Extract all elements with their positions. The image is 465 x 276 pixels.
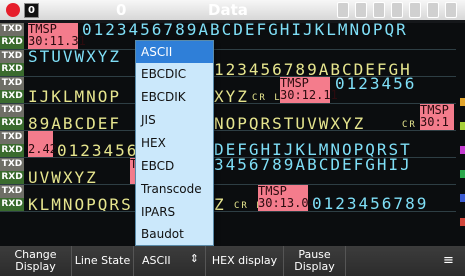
usb-icon: [373, 2, 385, 18]
code-select[interactable]: ASCII ⇕: [134, 246, 206, 276]
sd-card-icon: [427, 2, 439, 18]
rx-data: Z: [214, 195, 226, 214]
tx-data: 0123456: [335, 74, 417, 93]
tool-icon: [409, 2, 421, 18]
txd-label: TXD: [0, 131, 24, 144]
data-row: TXD RXD TMSP 30:11.31 0123456789ABCDEFGH…: [0, 20, 456, 50]
tx-data: 0123456789: [312, 194, 429, 213]
menu-icon[interactable]: ≡: [443, 254, 455, 268]
dropdown-option-ebcdic[interactable]: EBCDIC: [136, 63, 213, 85]
code-dropdown[interactable]: ASCII EBCDIC EBCDIK JIS HEX EBCD Transco…: [136, 41, 213, 245]
chevron-updown-icon: ⇕: [189, 252, 199, 265]
status-icons: [337, 2, 457, 18]
rx-data: KLMNOPQRS: [28, 195, 133, 214]
line-state-button[interactable]: Line State: [72, 246, 134, 276]
tx-data: 0123456789ABCDEFGHIJKLMNOPQR: [82, 20, 408, 39]
timestamp-box: TMSP 30:11.31: [28, 22, 86, 49]
bottom-toolbar: Change Display Line State ASCII ⇕ HEX di…: [0, 246, 465, 276]
tx-data: 3456789ABCDEFGHIJ: [214, 155, 412, 174]
rxd-label: RXD: [0, 171, 24, 184]
rx-data: IJKLMNOP: [28, 87, 122, 106]
data-row: TXD RXD 2.42 0123456 DEFGHIJKLMNOPQRST: [0, 131, 456, 160]
header-bar: 0 0 Data: [0, 0, 465, 20]
rx-data: UVWXYZ: [28, 168, 98, 187]
zero-badge: 0: [24, 3, 39, 18]
counter: 0: [116, 1, 127, 19]
timestamp-box: TMSP 30:1: [420, 104, 454, 130]
code-select-label: ASCII: [142, 254, 171, 267]
hex-display-button[interactable]: HEX display: [206, 246, 284, 276]
color-legend-strip: [456, 23, 465, 246]
data-row: TXD RXD STUVWXYZ 123456789ABCDEFGH: [0, 47, 456, 78]
dropdown-option-ipars[interactable]: IPARS: [136, 201, 213, 223]
page-title: Data: [208, 1, 248, 19]
rx-data: 0123456: [57, 141, 139, 160]
txd-label: TXD: [0, 77, 24, 90]
rx-data: XYZ: [214, 87, 249, 106]
timestamp-box: TMSP 30:13.04: [258, 184, 316, 211]
txd-label: TXD: [0, 23, 24, 36]
change-display-button[interactable]: Change Display: [0, 246, 72, 276]
bluetooth-icon: [391, 2, 403, 18]
rx-data: 89ABCDEF: [28, 114, 122, 133]
data-row: TXD RXD UVWXYZ T 3456789ABCDEFGHIJ: [0, 155, 456, 187]
txd-label: TXD: [0, 185, 24, 198]
record-icon[interactable]: [6, 3, 20, 17]
data-monitor: TXD RXD TMSP 30:11.31 0123456789ABCDEFGH…: [0, 20, 456, 246]
dropdown-option-ebcd[interactable]: EBCD: [136, 155, 213, 177]
rxd-label: RXD: [0, 36, 24, 49]
tx-data: STUVWXYZ: [28, 47, 122, 66]
rxd-label: RXD: [0, 117, 24, 130]
txd-label: TXD: [0, 104, 24, 117]
rxd-label: RXD: [0, 90, 24, 103]
dropdown-option-ebcdik[interactable]: EBCDIK: [136, 86, 213, 108]
wifi-icon: [355, 2, 367, 18]
rxd-label: RXD: [0, 198, 24, 211]
dropdown-option-transcode[interactable]: Transcode: [136, 178, 213, 200]
dropdown-option-jis[interactable]: JIS: [136, 109, 213, 131]
txd-label: TXD: [0, 50, 24, 63]
dropdown-option-ascii[interactable]: ASCII: [136, 41, 213, 63]
rx-data: NOPQRSTUVWXYZ: [214, 114, 366, 133]
monitor-icon: [337, 2, 349, 18]
timestamp-box: 2.42: [28, 131, 57, 157]
rxd-label: RXD: [0, 63, 24, 76]
pause-display-button[interactable]: Pause Display: [284, 246, 346, 276]
txd-label: TXD: [0, 158, 24, 171]
data-row: TXD RXD KLMNOPQRS Z CR LF TMSP 30:13.04 …: [0, 184, 456, 214]
dropdown-option-baudot[interactable]: Baudot: [136, 223, 213, 245]
battery-icon: [445, 2, 457, 18]
rxd-label: RXD: [0, 144, 24, 157]
data-row: TXD RXD 89ABCDEF NOPQRSTUVWXYZ CR LF TMS…: [0, 104, 456, 133]
data-row: TXD RXD IJKLMNOP XYZ CR LF TMSP 30:12.11…: [0, 74, 456, 106]
timestamp-box: TMSP 30:12.11: [280, 76, 338, 103]
dropdown-option-hex[interactable]: HEX: [136, 132, 213, 154]
